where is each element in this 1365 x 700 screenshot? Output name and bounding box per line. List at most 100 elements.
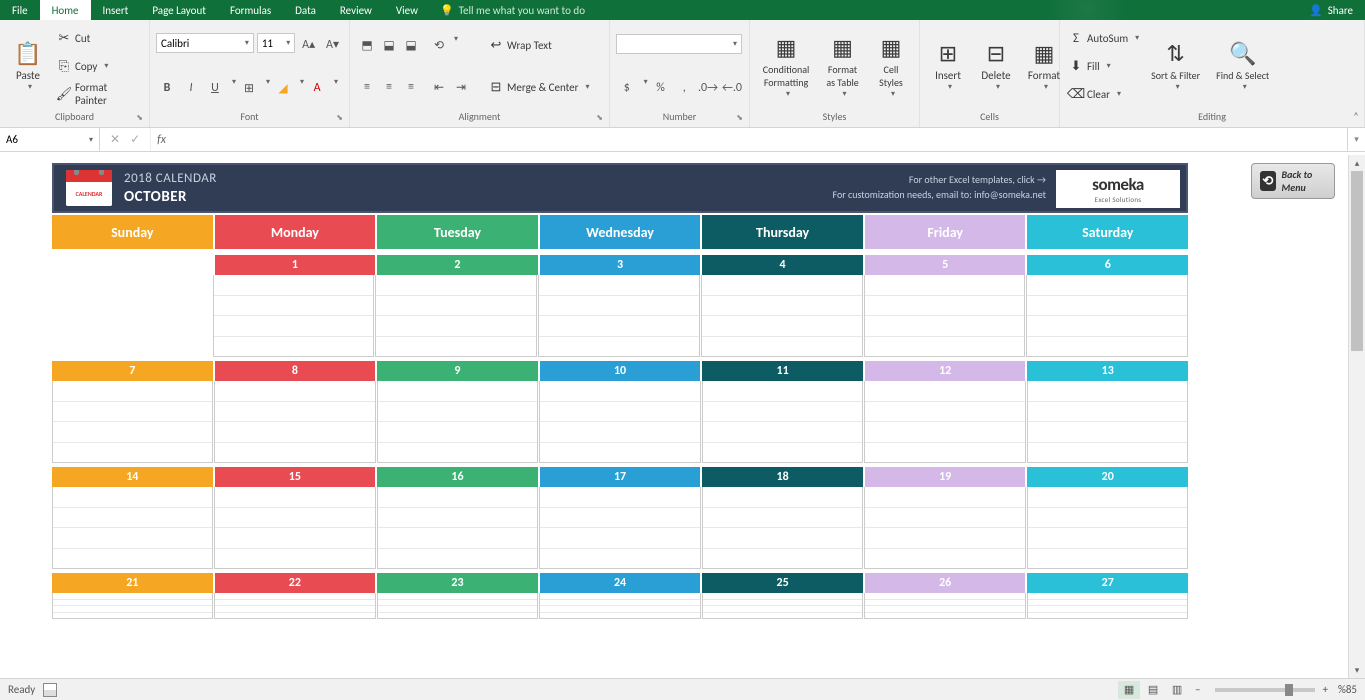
- day-cell[interactable]: [702, 381, 863, 463]
- tab-data[interactable]: Data: [283, 0, 328, 20]
- clipboard-launcher[interactable]: ⬊: [136, 113, 143, 123]
- day-cell[interactable]: [52, 381, 213, 463]
- formula-input[interactable]: [172, 128, 1347, 151]
- tab-home[interactable]: Home: [40, 0, 91, 20]
- format-as-table-button[interactable]: ▦Format as Table▾: [820, 24, 865, 108]
- zoom-level[interactable]: %85: [1338, 683, 1357, 696]
- align-left[interactable]: ≡: [356, 76, 378, 98]
- conditional-formatting-button[interactable]: ▦Conditional Formatting▾: [756, 24, 816, 108]
- clear-button[interactable]: ⌫Clear▾: [1066, 83, 1141, 105]
- row-headers[interactable]: [0, 155, 52, 678]
- worksheet[interactable]: CALENDAR 2018 CALENDAR OCTOBER For other…: [0, 155, 1348, 678]
- tab-review[interactable]: Review: [328, 0, 384, 20]
- share-button[interactable]: 👤Share: [1297, 0, 1365, 20]
- align-right[interactable]: ≡: [400, 76, 422, 98]
- day-cell[interactable]: [214, 593, 375, 619]
- cut-button[interactable]: ✂Cut: [54, 27, 143, 49]
- fill-color-button[interactable]: ◢: [272, 77, 294, 99]
- day-cell[interactable]: [1027, 487, 1188, 569]
- wrap-text-button[interactable]: ↩Wrap Text: [486, 34, 592, 56]
- align-bottom[interactable]: ⬓: [400, 34, 422, 56]
- macro-record-icon[interactable]: [43, 683, 57, 697]
- fill-button[interactable]: ⬇Fill▾: [1066, 55, 1141, 77]
- autosum-button[interactable]: ΣAutoSum▾: [1066, 27, 1141, 49]
- increase-font-icon[interactable]: A▴: [298, 33, 319, 55]
- font-name-select[interactable]: Calibri▾: [156, 33, 254, 53]
- bold-button[interactable]: B: [156, 77, 178, 99]
- merge-center-button[interactable]: ⊟Merge & Center▾: [486, 76, 592, 98]
- align-middle[interactable]: ⬓: [378, 34, 400, 56]
- format-painter-button[interactable]: 🖌Format Painter: [54, 83, 143, 105]
- cell-styles-button[interactable]: ▦Cell Styles▾: [869, 24, 913, 108]
- number-format-select[interactable]: ▾: [616, 34, 742, 54]
- decrease-font-icon[interactable]: A▾: [322, 33, 343, 55]
- day-cell[interactable]: [214, 487, 375, 569]
- day-cell[interactable]: [702, 593, 863, 619]
- sort-filter-button[interactable]: ⇅Sort & Filter▾: [1145, 24, 1206, 108]
- day-cell[interactable]: [213, 275, 375, 357]
- day-cell[interactable]: [377, 487, 538, 569]
- vertical-scrollbar[interactable]: ▴ ▾: [1348, 155, 1365, 678]
- day-cell[interactable]: [702, 487, 863, 569]
- day-cell[interactable]: [375, 275, 537, 357]
- tell-me[interactable]: 💡Tell me what you want to do: [430, 0, 595, 20]
- find-select-button[interactable]: 🔍Find & Select▾: [1210, 24, 1275, 108]
- someka-logo[interactable]: someka Excel Solutions: [1056, 170, 1180, 208]
- tab-formulas[interactable]: Formulas: [218, 0, 283, 20]
- day-cell[interactable]: [539, 487, 700, 569]
- align-center[interactable]: ≡: [378, 76, 400, 98]
- page-break-view-button[interactable]: ▥: [1166, 681, 1188, 699]
- collapse-ribbon-icon[interactable]: ˄: [1353, 110, 1359, 123]
- align-top[interactable]: ⬒: [356, 34, 378, 56]
- font-size-select[interactable]: 11▾: [257, 33, 295, 53]
- expand-formula-bar[interactable]: ▾: [1347, 128, 1365, 151]
- delete-cells-button[interactable]: ⊟Delete▾: [974, 24, 1018, 108]
- increase-decimal[interactable]: .0→: [697, 77, 719, 99]
- decrease-decimal[interactable]: ←.0: [721, 77, 743, 99]
- day-cell[interactable]: [864, 593, 1025, 619]
- day-cell[interactable]: [377, 381, 538, 463]
- back-to-menu-button[interactable]: ⟲ Back to Menu: [1251, 163, 1335, 199]
- percent-button[interactable]: %: [650, 77, 672, 99]
- font-launcher[interactable]: ⬊: [336, 113, 343, 123]
- templates-link-text[interactable]: For other Excel templates, click →: [832, 173, 1046, 186]
- orientation-button[interactable]: ⟲: [428, 34, 450, 56]
- page-layout-view-button[interactable]: ▤: [1142, 681, 1164, 699]
- day-cell[interactable]: [864, 381, 1025, 463]
- day-cell[interactable]: [214, 381, 375, 463]
- underline-button[interactable]: U: [204, 77, 226, 99]
- decrease-indent[interactable]: ⇤: [428, 76, 450, 98]
- day-cell[interactable]: [52, 275, 212, 357]
- fx-icon[interactable]: fx: [151, 128, 172, 151]
- day-cell[interactable]: [1027, 593, 1188, 619]
- copy-button[interactable]: ⎘Copy▾: [54, 55, 143, 77]
- tab-file[interactable]: File: [0, 0, 40, 20]
- italic-button[interactable]: I: [180, 77, 202, 99]
- zoom-slider[interactable]: [1215, 688, 1315, 692]
- currency-button[interactable]: $: [616, 77, 638, 99]
- insert-cells-button[interactable]: ⊞Insert▾: [926, 24, 970, 108]
- day-cell[interactable]: [538, 275, 700, 357]
- tab-page-layout[interactable]: Page Layout: [140, 0, 218, 20]
- day-cell[interactable]: [377, 593, 538, 619]
- day-cell[interactable]: [1026, 275, 1188, 357]
- number-launcher[interactable]: ⬊: [736, 113, 743, 123]
- day-cell[interactable]: [1027, 381, 1188, 463]
- day-cell[interactable]: [539, 593, 700, 619]
- tab-view[interactable]: View: [384, 0, 430, 20]
- scroll-up-icon[interactable]: ▴: [1349, 155, 1365, 171]
- normal-view-button[interactable]: ▦: [1118, 681, 1140, 699]
- scroll-thumb[interactable]: [1351, 171, 1363, 351]
- comma-button[interactable]: ,: [673, 77, 695, 99]
- day-cell[interactable]: [52, 593, 213, 619]
- name-box[interactable]: A6▾: [0, 128, 100, 151]
- enter-formula-icon[interactable]: ✓: [130, 132, 140, 147]
- day-cell[interactable]: [539, 381, 700, 463]
- font-color-button[interactable]: A: [306, 77, 328, 99]
- cancel-formula-icon[interactable]: ✕: [110, 132, 120, 147]
- border-button[interactable]: ⊞: [238, 77, 260, 99]
- scroll-down-icon[interactable]: ▾: [1349, 662, 1365, 678]
- day-cell[interactable]: [864, 275, 1026, 357]
- day-cell[interactable]: [701, 275, 863, 357]
- day-cell[interactable]: [52, 487, 213, 569]
